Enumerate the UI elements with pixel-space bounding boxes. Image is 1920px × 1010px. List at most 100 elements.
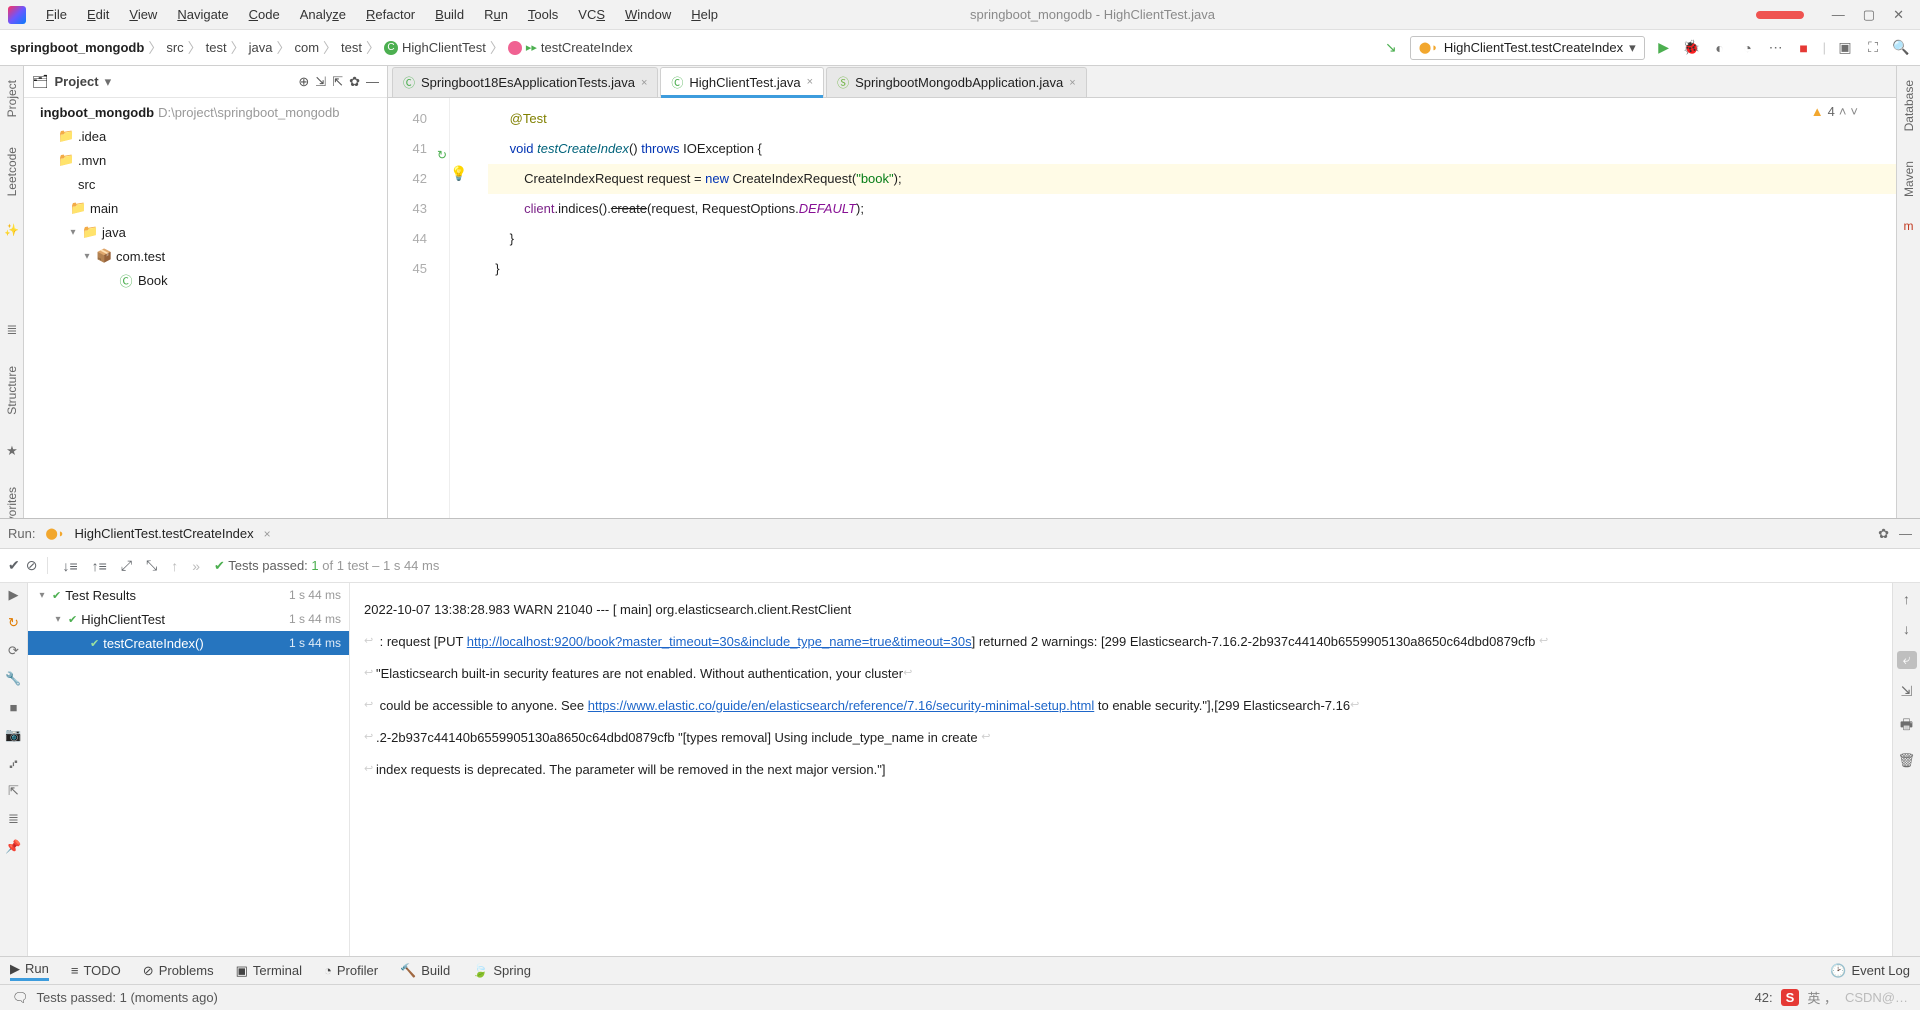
bc-java[interactable]: java (249, 40, 273, 55)
clear-icon[interactable]: 🗑 (1898, 752, 1916, 769)
profile-button[interactable]: ◔ (1739, 39, 1757, 57)
tool-database-tab[interactable]: Database (1902, 80, 1916, 131)
bc-src[interactable]: src (166, 40, 183, 55)
search-everywhere-button[interactable]: 🔍 (1892, 39, 1910, 57)
expand-button[interactable]: ⛶ (1864, 39, 1882, 57)
settings-button[interactable]: ✿ (349, 74, 360, 90)
tree-item[interactable]: ▾📦com.test (24, 244, 387, 268)
chevron-down-icon[interactable]: ▾ (105, 74, 112, 90)
export-icon[interactable]: ⇱ (6, 783, 22, 799)
menu-file[interactable]: File (38, 5, 75, 24)
scroll-up-icon[interactable]: ↑ (1903, 591, 1910, 607)
expand-icon[interactable]: ⤢ (121, 557, 132, 574)
close-tab-icon[interactable]: × (641, 77, 647, 89)
show-passed-button[interactable]: ✔ (8, 557, 20, 574)
intention-bulb-icon[interactable]: 💡 (450, 165, 467, 181)
tree-item[interactable]: 📁.idea (24, 124, 387, 148)
locate-button[interactable]: ⊕ (298, 74, 309, 90)
bc-class[interactable]: HighClientTest (402, 40, 486, 55)
bottom-tab-problems[interactable]: ⊘Problems (143, 963, 214, 979)
build-icon[interactable]: ↘ (1382, 39, 1400, 57)
console-output[interactable]: 2022-10-07 13:38:28.983 WARN 21040 --- [… (350, 583, 1892, 980)
bc-test2[interactable]: test (341, 40, 362, 55)
collapse-icon[interactable]: ⤡ (146, 557, 157, 574)
bc-root[interactable]: springboot_mongodb (10, 40, 144, 55)
bottom-tab-profiler[interactable]: ◔Profiler (324, 963, 378, 978)
print-icon[interactable]: 🖶 (1900, 714, 1913, 738)
menu-refactor[interactable]: Refactor (358, 5, 423, 24)
bottom-tab-spring[interactable]: 🍃Spring (472, 963, 531, 979)
rerun-button[interactable]: ▶ (6, 587, 22, 603)
close-tab-icon[interactable]: × (264, 527, 271, 541)
history-icon[interactable]: ≣ (6, 811, 22, 827)
pin-icon[interactable]: 📌 (6, 839, 22, 855)
scroll-down-icon[interactable]: ↓ (1903, 621, 1910, 637)
run-button[interactable]: ▶ (1655, 39, 1673, 57)
tree-item[interactable]: ▾📁java (24, 220, 387, 244)
attach-button[interactable]: ⋯ (1767, 39, 1785, 57)
tree-item[interactable]: ⒸBook (24, 268, 387, 292)
ime-indicator[interactable]: S (1781, 989, 1800, 1006)
test-tree-row[interactable]: ▾✔Test Results1 s 44 ms (28, 583, 349, 607)
tree-item[interactable]: 📁.mvn (24, 148, 387, 172)
prev-fail-icon[interactable]: ↑ (171, 558, 178, 574)
sort-2-icon[interactable]: ↑≡ (92, 558, 107, 574)
debug-button[interactable]: 🐞 (1683, 39, 1701, 57)
stop-button[interactable]: ■ (1795, 39, 1813, 57)
code-lines[interactable]: @Test void testCreateIndex() throws IOEx… (468, 98, 1896, 518)
bc-com[interactable]: com (294, 40, 319, 55)
url-link-2[interactable]: https://www.elastic.co/guide/en/elastics… (588, 698, 1095, 713)
scroll-to-end-icon[interactable]: ⇲ (1901, 683, 1913, 700)
tree-item[interactable]: 📁main (24, 196, 387, 220)
bottom-tab-todo[interactable]: ≡TODO (71, 963, 121, 978)
soft-wrap-icon[interactable]: ⤶ (1897, 651, 1917, 669)
event-log-button[interactable]: 🕑Event Log (1830, 963, 1910, 979)
menu-edit[interactable]: Edit (79, 5, 117, 24)
maximize-button[interactable]: ▢ (1863, 7, 1875, 23)
bottom-tab-build[interactable]: 🔨Build (400, 963, 450, 979)
expand-all-button[interactable]: ⇲ (315, 74, 326, 90)
layout-button[interactable]: ▣ (1836, 39, 1854, 57)
menu-code[interactable]: Code (241, 5, 288, 24)
tool-leetcode-tab[interactable]: Leetcode (5, 147, 19, 196)
bottom-tab-run[interactable]: ▶Run (10, 961, 49, 981)
close-tab-icon[interactable]: × (1069, 77, 1075, 89)
memory-indicator[interactable] (1756, 11, 1804, 19)
menu-window[interactable]: Window (617, 5, 679, 24)
menu-view[interactable]: View (121, 5, 165, 24)
test-tree-row[interactable]: ✔testCreateIndex()1 s 44 ms (28, 631, 349, 655)
toggle-autotest-button[interactable]: ⟳ (6, 643, 22, 659)
editor-tab[interactable]: ⒸHighClientTest.java× (660, 67, 824, 97)
minimize-button[interactable]: — (1832, 7, 1845, 22)
coverage-button[interactable]: ◐ (1711, 39, 1729, 57)
test-tree[interactable]: ▾✔Test Results1 s 44 ms▾✔HighClientTest1… (28, 583, 350, 980)
close-tab-icon[interactable]: × (807, 76, 813, 88)
menu-tools[interactable]: Tools (520, 5, 566, 24)
code-area[interactable]: 4041↻42434445 💡 @Test void testCreateInd… (388, 98, 1896, 518)
tree-root[interactable]: ingboot_mongodb D:\project\springboot_mo… (24, 100, 387, 124)
tree-item[interactable]: src (24, 172, 387, 196)
close-button[interactable]: ✕ (1893, 7, 1904, 23)
wrench-icon[interactable]: 🔧 (6, 671, 22, 687)
bc-method[interactable]: testCreateIndex (541, 40, 633, 55)
project-tree[interactable]: ingboot_mongodb D:\project\springboot_mo… (24, 98, 387, 518)
sort-1-icon[interactable]: ↓≡ (62, 558, 77, 574)
show-ignored-button[interactable]: ⊘ (26, 557, 38, 574)
tool-structure-tab[interactable]: Structure (5, 366, 19, 415)
test-tree-row[interactable]: ▾✔HighClientTest1 s 44 ms (28, 607, 349, 631)
run-config-select[interactable]: ⬤◗ HighClientTest.testCreateIndex ▾ (1410, 36, 1645, 60)
next-fail-icon[interactable]: » (192, 558, 200, 574)
menu-navigate[interactable]: Navigate (169, 5, 236, 24)
menu-run[interactable]: Run (476, 5, 516, 24)
hide-button[interactable]: — (366, 74, 379, 89)
run-settings-button[interactable]: ✿ (1878, 526, 1889, 542)
camera-icon[interactable]: 📷 (6, 727, 22, 743)
down-icon[interactable]: ˅ (1850, 104, 1858, 119)
rerun-failed-button[interactable]: ↻ (6, 615, 22, 631)
tool-project-tab[interactable]: Project (5, 80, 19, 117)
editor-tab[interactable]: ⒸSpringboot18EsApplicationTests.java× (392, 67, 658, 97)
menu-build[interactable]: Build (427, 5, 472, 24)
run-hide-button[interactable]: — (1899, 526, 1912, 541)
editor-tab[interactable]: ⓈSpringbootMongodbApplication.java× (826, 67, 1087, 97)
up-icon[interactable]: ˄ (1839, 104, 1847, 119)
